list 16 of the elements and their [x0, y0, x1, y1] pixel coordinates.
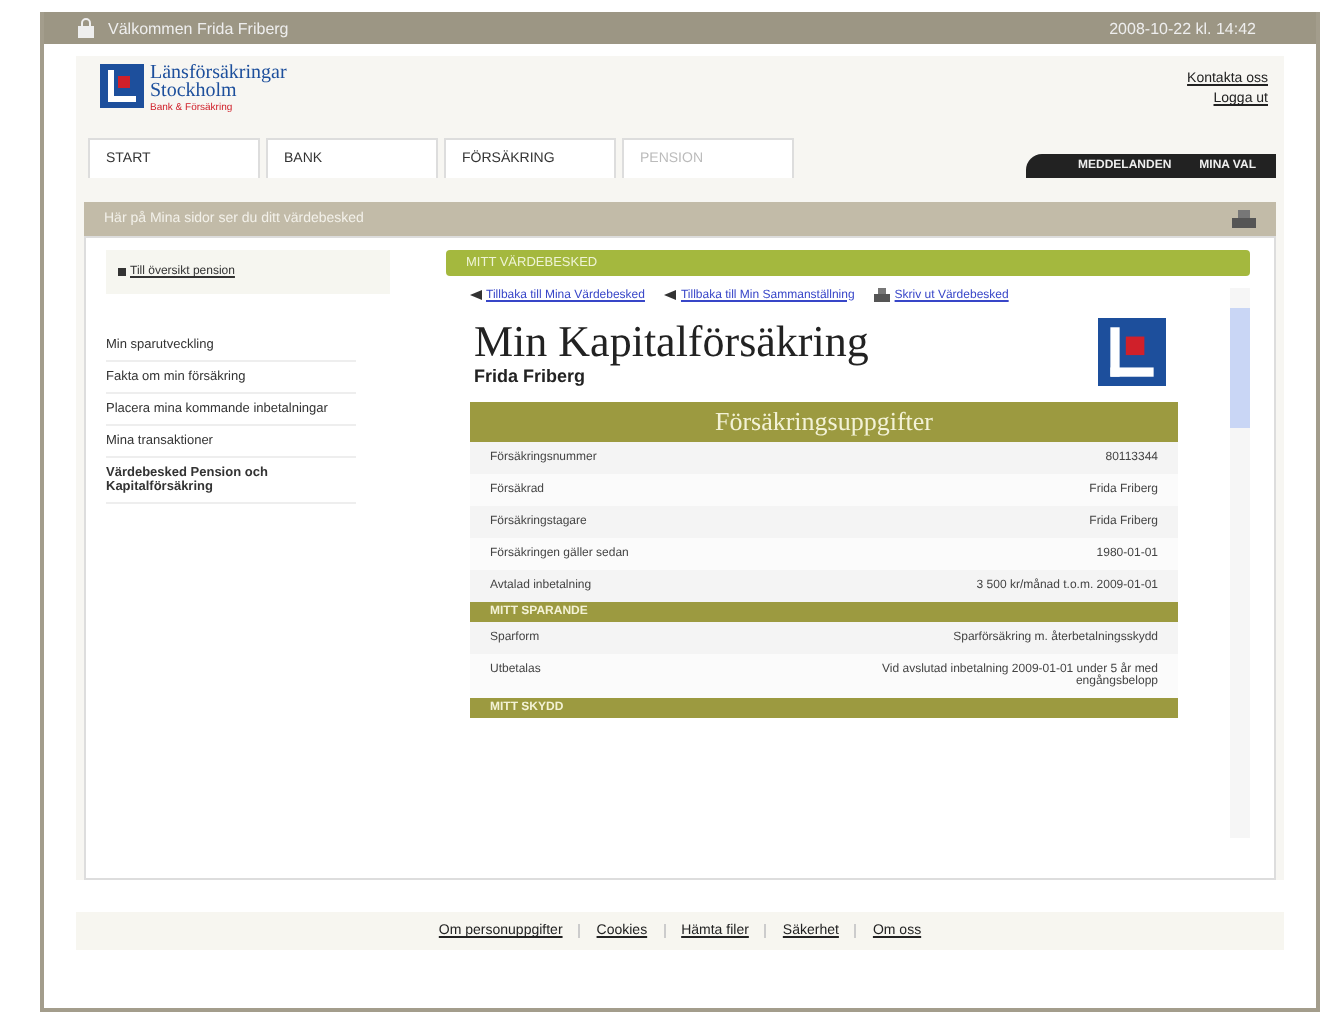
- logo-icon: [100, 64, 144, 108]
- arrow-icon: [664, 290, 677, 300]
- document-title: Min Kapitalförsäkring: [474, 318, 869, 366]
- lock-icon: [76, 18, 96, 38]
- document-subtitle: Frida Friberg: [474, 366, 588, 386]
- printer-icon[interactable]: [1232, 209, 1256, 229]
- date-time: 2008-10-22 kl. 14:42: [1109, 19, 1256, 37]
- logo-city: Stockholm: [150, 82, 237, 100]
- scrollbar[interactable]: [1230, 288, 1250, 838]
- arrow-icon: [470, 290, 482, 300]
- logo-icon: [1098, 318, 1166, 386]
- printer-icon: [874, 288, 891, 302]
- welcome-text: Välkommen Frida Friberg: [108, 19, 289, 37]
- logo-name: Länsförsäkringar: [150, 64, 287, 82]
- bullet-icon: [118, 268, 126, 276]
- table-title: Försäkringsuppgifter: [470, 402, 1178, 442]
